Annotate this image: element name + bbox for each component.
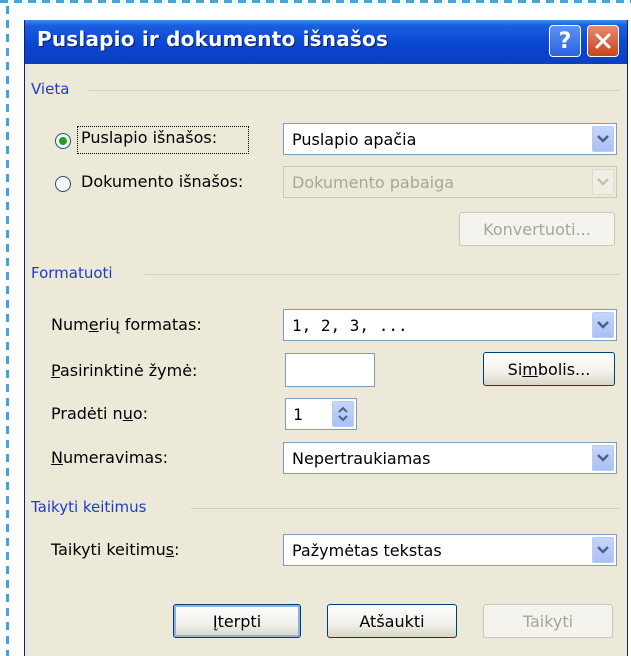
dropdown-button[interactable] — [592, 169, 614, 195]
start-at-label: Pradėti nuo: — [51, 404, 149, 423]
spinner-buttons[interactable] — [332, 401, 354, 427]
close-button[interactable] — [587, 25, 619, 57]
numbering-value: Nepertraukiamas — [292, 449, 431, 468]
numbering-label: Numeravimas: — [51, 448, 168, 467]
apply-changes-value: Pažymėtas tekstas — [292, 541, 442, 560]
footnote-dialog: Puslapio ir dokumento išnašos ? Vieta Pu… — [24, 20, 628, 656]
group-divider — [89, 90, 619, 91]
insert-button[interactable]: Įterpti — [173, 604, 301, 638]
chevron-down-icon — [597, 321, 609, 329]
group-divider — [191, 508, 619, 509]
radio-document-endnotes[interactable] — [55, 176, 71, 192]
radio-document-endnotes-label[interactable]: Dokumento išnašos: — [81, 172, 243, 191]
selection-border-left — [6, 6, 9, 656]
numbering-select[interactable]: Nepertraukiamas — [283, 442, 617, 474]
start-at-spinner[interactable]: 1 — [285, 398, 357, 430]
apply-changes-select[interactable]: Pažymėtas tekstas — [283, 534, 617, 566]
dialog-title: Puslapio ir dokumento išnašos — [37, 27, 389, 51]
document-endnotes-position-value: Dokumento pabaiga — [292, 173, 455, 192]
help-button[interactable]: ? — [549, 25, 581, 57]
selection-border-top — [0, 0, 631, 3]
start-at-value: 1 — [293, 405, 303, 424]
apply-button[interactable]: Taikyti — [483, 604, 613, 638]
chevron-down-icon — [597, 546, 609, 554]
dropdown-button[interactable] — [592, 445, 614, 471]
group-divider — [145, 274, 619, 275]
group-label-vieta: Vieta — [31, 80, 70, 98]
dropdown-button[interactable] — [592, 537, 614, 563]
dropdown-button[interactable] — [592, 126, 614, 152]
custom-mark-input[interactable] — [285, 353, 375, 387]
document-endnotes-position-select[interactable]: Dokumento pabaiga — [283, 166, 617, 198]
symbol-button[interactable]: Si m bolis... — [483, 352, 615, 386]
group-label-formatuoti: Formatuoti — [31, 264, 113, 282]
help-icon: ? — [558, 28, 572, 54]
radio-selected-dot — [59, 137, 67, 145]
close-icon — [595, 33, 611, 49]
page-footnotes-position-value: Puslapio apačia — [292, 130, 417, 149]
radio-page-footnotes-label[interactable]: Puslapio išnašos: — [81, 128, 217, 147]
chevron-down-icon — [597, 454, 609, 462]
cancel-button[interactable]: Atšaukti — [327, 604, 457, 638]
convert-button[interactable]: Konvertuoti... — [459, 212, 615, 246]
number-format-value: 1, 2, 3, ... — [292, 316, 408, 335]
number-format-label: Numerių formatas: — [51, 315, 202, 334]
page-footnotes-position-select[interactable]: Puslapio apačia — [283, 123, 617, 155]
number-format-select[interactable]: 1, 2, 3, ... — [283, 309, 617, 341]
chevron-down-icon — [597, 178, 609, 186]
spinner-arrows-icon — [338, 406, 348, 422]
dropdown-button[interactable] — [592, 312, 614, 338]
custom-mark-label: Pasirinktinė žymė: — [51, 361, 198, 380]
chevron-down-icon — [597, 135, 609, 143]
radio-page-footnotes[interactable] — [55, 133, 71, 149]
group-label-taikyti: Taikyti keitimus — [31, 498, 147, 516]
apply-changes-label: Taikyti keitimus: — [51, 540, 180, 559]
title-bar[interactable]: Puslapio ir dokumento išnašos ? — [25, 20, 627, 64]
